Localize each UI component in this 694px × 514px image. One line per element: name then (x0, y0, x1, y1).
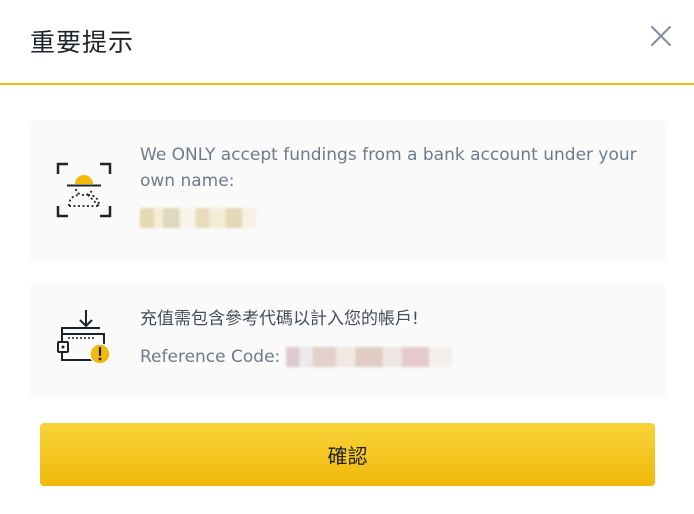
own-account-message: We ONLY accept fundings from a bank acco… (140, 145, 637, 191)
confirm-button[interactable]: 確認 (40, 423, 655, 486)
account-holder-name-redacted (140, 208, 256, 228)
wallet-deposit-warning-icon (56, 308, 116, 372)
user-scan-icon (56, 162, 112, 222)
reference-code-message: 充值需包含參考代碼以計入您的帳戶! (140, 309, 419, 329)
reference-code-row: Reference Code: (140, 344, 453, 370)
close-button[interactable] (647, 22, 675, 50)
close-icon (651, 26, 671, 46)
dialog-header: 重要提示 (0, 0, 694, 85)
important-notice-dialog: 重要提示 We ONLY accept fundings from a bank… (0, 0, 694, 514)
reference-code-label: Reference Code: (140, 347, 281, 367)
dialog-title: 重要提示 (30, 28, 135, 57)
reference-code-card: 充值需包含參考代碼以計入您的帳戶! Reference Code: (29, 284, 666, 399)
reference-code-value-redacted (286, 347, 453, 367)
own-account-notice-card: We ONLY accept fundings from a bank acco… (29, 120, 666, 263)
